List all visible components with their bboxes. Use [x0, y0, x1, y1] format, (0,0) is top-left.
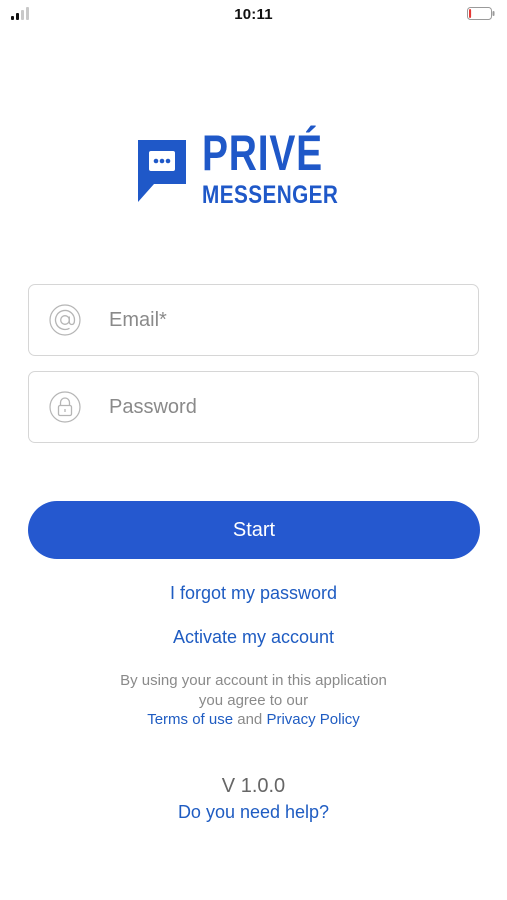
password-input[interactable]	[109, 386, 459, 428]
help-link[interactable]: Do you need help?	[0, 802, 507, 823]
terms-of-use-link[interactable]: Terms of use	[147, 711, 233, 728]
prive-messenger-logo: PRIVÉ MESSENGER	[136, 126, 372, 208]
chat-bubble-logo-icon	[138, 140, 186, 202]
logo-word-prive: PRIVÉ	[202, 125, 323, 181]
lock-icon	[49, 391, 81, 423]
battery-icon	[467, 7, 495, 20]
terms-and-text: and	[237, 711, 263, 728]
status-time: 10:11	[234, 6, 273, 23]
privacy-policy-link[interactable]: Privacy Policy	[266, 711, 359, 728]
logo-word-messenger: MESSENGER	[202, 181, 339, 209]
start-button[interactable]: Start	[28, 501, 480, 559]
terms-notice: By using your account in this applicatio…	[0, 671, 507, 730]
forgot-password-link[interactable]: I forgot my password	[0, 583, 507, 604]
terms-line-1: By using your account in this applicatio…	[120, 672, 387, 689]
activate-account-link[interactable]: Activate my account	[0, 627, 507, 648]
email-field[interactable]	[28, 284, 479, 356]
email-input[interactable]	[109, 299, 459, 341]
status-bar: 10:11	[0, 0, 507, 30]
at-icon	[49, 304, 81, 336]
terms-line-2: you agree to our	[198, 691, 309, 709]
password-field[interactable]	[28, 371, 479, 443]
app-version: V 1.0.0	[221, 775, 286, 797]
